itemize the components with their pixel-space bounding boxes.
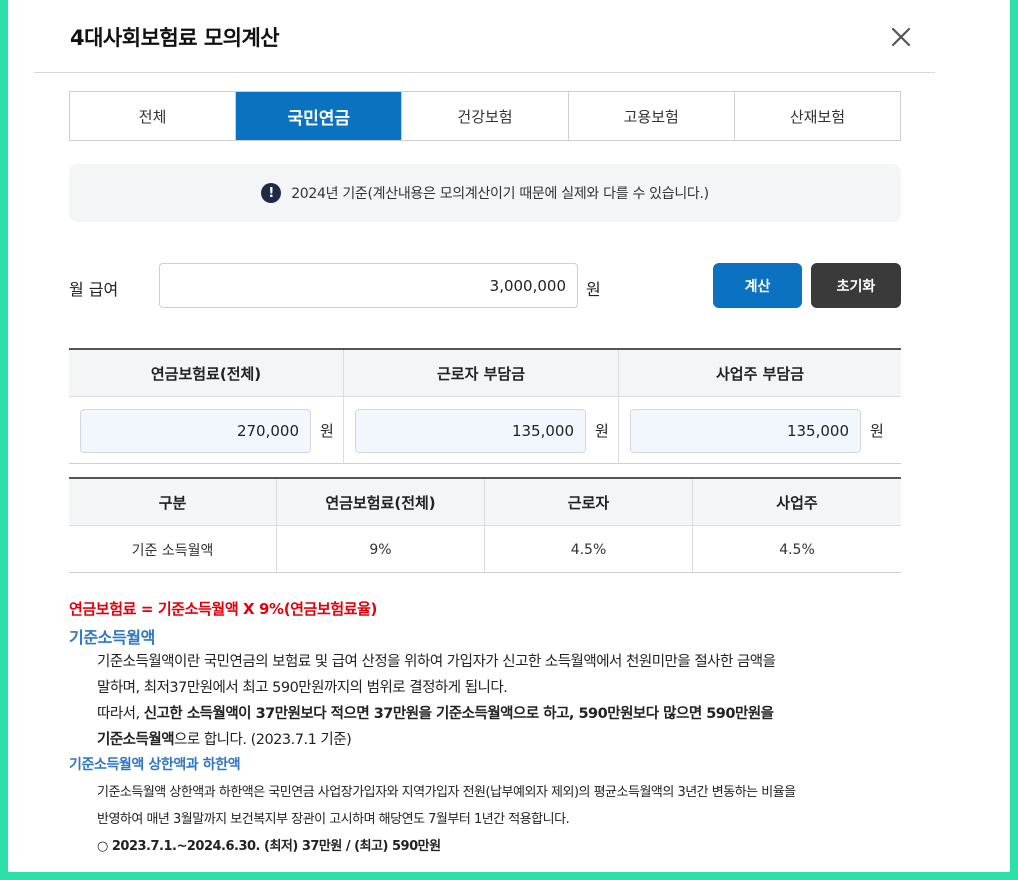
rate-header-employer: 사업주 bbox=[693, 479, 901, 526]
result-header-total: 연금보험료(전체) bbox=[69, 350, 344, 397]
won-unit: 원 bbox=[870, 422, 884, 440]
notice-text: 2024년 기준(계산내용은 모의계산이기 때문에 실제와 다를 수 있습니다.… bbox=[291, 186, 709, 202]
rate-cell-employee: 4.5% bbox=[485, 526, 693, 573]
body-line: ○ 2023.7.1.~2024.6.30. (최저) 37만원 / (최고) … bbox=[97, 839, 441, 854]
modal-title: 4대사회보험료 모의계산 bbox=[70, 26, 280, 50]
tab-health-insurance[interactable]: 건강보험 bbox=[402, 92, 569, 140]
rate-cell-category: 기준 소득월액 bbox=[69, 526, 277, 573]
total-premium-output: 270,000 bbox=[80, 408, 311, 453]
title-divider bbox=[34, 72, 935, 73]
body-line: 말하며, 최저37만원에서 최고 590만원까지의 범위로 결정하게 됩니다. bbox=[97, 680, 508, 696]
rate-header-employee: 근로자 bbox=[485, 479, 693, 526]
tab-employment-insurance[interactable]: 고용보험 bbox=[569, 92, 735, 140]
salary-input[interactable] bbox=[159, 263, 578, 308]
body-text: 으로 합니다. (2023.7.1 기준) bbox=[174, 732, 352, 748]
section-body-standard-income: 기준소득월액이란 국민연금의 보험료 및 급여 산정을 위하여 가입자가 신고한… bbox=[97, 649, 907, 753]
tab-industrial-accident-insurance[interactable]: 산재보험 bbox=[735, 92, 900, 140]
body-line: 기준소득월액이란 국민연금의 보험료 및 급여 산정을 위하여 가입자가 신고한… bbox=[97, 654, 776, 670]
salary-label: 월 급여 bbox=[69, 280, 119, 299]
body-line: 따라서, 신고한 소득월액이 37만원보다 적으면 37만원을 기준소득월액으로… bbox=[97, 701, 907, 727]
body-line: 기준소득월액 상한액과 하한액은 국민연금 사업장가입자와 지역가입자 전원(납… bbox=[97, 785, 796, 800]
insurance-tabs: 전체 국민연금 건강보험 고용보험 산재보험 bbox=[69, 91, 901, 141]
close-icon[interactable] bbox=[888, 24, 914, 50]
formula-text: 연금보험료 = 기준소득월액 X 9%(연금보험료율) bbox=[69, 600, 378, 618]
body-text: 따라서, bbox=[97, 706, 144, 722]
result-cell-total: 270,000 원 bbox=[69, 397, 344, 464]
result-table: 연금보험료(전체) 근로자 부담금 사업주 부담금 270,000 원 135,… bbox=[69, 348, 901, 464]
calculator-modal: 4대사회보험료 모의계산 전체 국민연금 건강보험 고용보험 산재보험 ! 20… bbox=[8, 0, 1010, 872]
tab-all[interactable]: 전체 bbox=[70, 92, 237, 140]
rate-header-total: 연금보험료(전체) bbox=[277, 479, 485, 526]
result-header-employee: 근로자 부담금 bbox=[344, 350, 619, 397]
result-cell-employer: 135,000 원 bbox=[619, 397, 901, 464]
employee-share-output: 135,000 bbox=[355, 408, 586, 453]
notice-banner: ! 2024년 기준(계산내용은 모의계산이기 때문에 실제와 다를 수 있습니… bbox=[69, 164, 901, 222]
section-title-limits: 기준소득월액 상한액과 하한액 bbox=[69, 757, 241, 773]
calculate-button[interactable]: 계산 bbox=[713, 263, 802, 308]
body-line: 반영하여 매년 3월말까지 보건복지부 장관이 고시하며 해당연도 7월부터 1… bbox=[97, 812, 570, 827]
rate-cell-employer: 4.5% bbox=[779, 541, 815, 558]
won-unit: 원 bbox=[595, 422, 609, 440]
result-cell-employee: 135,000 원 bbox=[344, 397, 619, 464]
section-body-limits: 기준소득월액 상한액과 하한액은 국민연금 사업장가입자와 지역가입자 전원(납… bbox=[97, 779, 907, 860]
body-emphasis: 기준소득월액 bbox=[97, 732, 175, 748]
won-unit: 원 bbox=[320, 422, 334, 440]
body-line: 기준소득월액으로 합니다. (2023.7.1 기준) bbox=[97, 727, 907, 753]
rate-header-category: 구분 bbox=[69, 479, 277, 526]
section-title-standard-income: 기준소득월액 bbox=[69, 628, 155, 647]
tab-national-pension[interactable]: 국민연금 bbox=[236, 92, 403, 140]
salary-unit: 원 bbox=[586, 280, 601, 299]
reset-button[interactable]: 초기화 bbox=[811, 263, 901, 308]
rate-table: 구분 연금보험료(전체) 근로자 사업주 기준 소득월액 9% 4.5% 4.5… bbox=[69, 477, 901, 573]
rate-cell-total: 9% bbox=[277, 526, 485, 573]
employer-share-output: 135,000 bbox=[630, 408, 861, 453]
exclamation-icon: ! bbox=[261, 183, 282, 203]
result-header-employer: 사업주 부담금 bbox=[619, 350, 901, 397]
body-emphasis: 신고한 소득월액이 37만원보다 적으면 37만원을 기준소득월액으로 하고, … bbox=[143, 706, 774, 722]
